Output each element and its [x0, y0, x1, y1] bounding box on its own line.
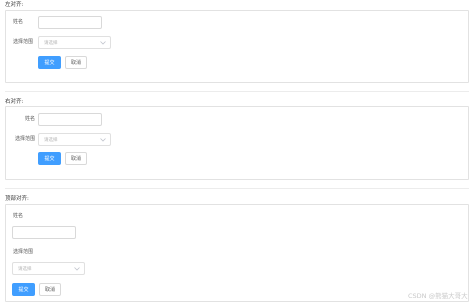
select-placeholder: 请选择: [44, 40, 58, 46]
section-heading-left: 左对齐:: [5, 2, 24, 8]
range-select[interactable]: 请选择: [38, 36, 111, 49]
chevron-down-icon: [100, 40, 106, 45]
watermark: CSDN @熊猫大哥大: [408, 292, 468, 300]
select-placeholder: 请选择: [18, 266, 32, 272]
select-label: 选择范围: [13, 249, 34, 255]
submit-button[interactable]: 提交: [38, 56, 61, 69]
name-input[interactable]: [12, 226, 76, 239]
name-label: 姓名: [13, 213, 24, 219]
name-label: 姓名: [13, 19, 24, 25]
range-select[interactable]: 请选择: [12, 262, 85, 275]
submit-button[interactable]: 提交: [38, 152, 61, 165]
submit-button[interactable]: 提交: [12, 283, 35, 296]
section-heading-top: 顶部对齐:: [5, 196, 29, 202]
select-label: 选择范围: [13, 39, 34, 45]
cancel-button[interactable]: 取消: [65, 152, 87, 165]
cancel-button[interactable]: 取消: [39, 283, 61, 296]
section-heading-right: 右对齐:: [5, 99, 24, 105]
section-divider: [5, 91, 469, 92]
range-select[interactable]: 请选择: [38, 133, 111, 146]
chevron-down-icon: [100, 137, 106, 142]
cancel-button[interactable]: 取消: [65, 56, 87, 69]
select-label: 选择范围: [15, 136, 36, 142]
section-divider: [5, 188, 469, 189]
name-label: 姓名: [25, 116, 36, 122]
name-input[interactable]: [38, 113, 102, 126]
form-card-top: [5, 204, 469, 302]
name-input[interactable]: [38, 16, 102, 29]
select-placeholder: 请选择: [44, 137, 58, 143]
chevron-down-icon: [74, 266, 80, 271]
